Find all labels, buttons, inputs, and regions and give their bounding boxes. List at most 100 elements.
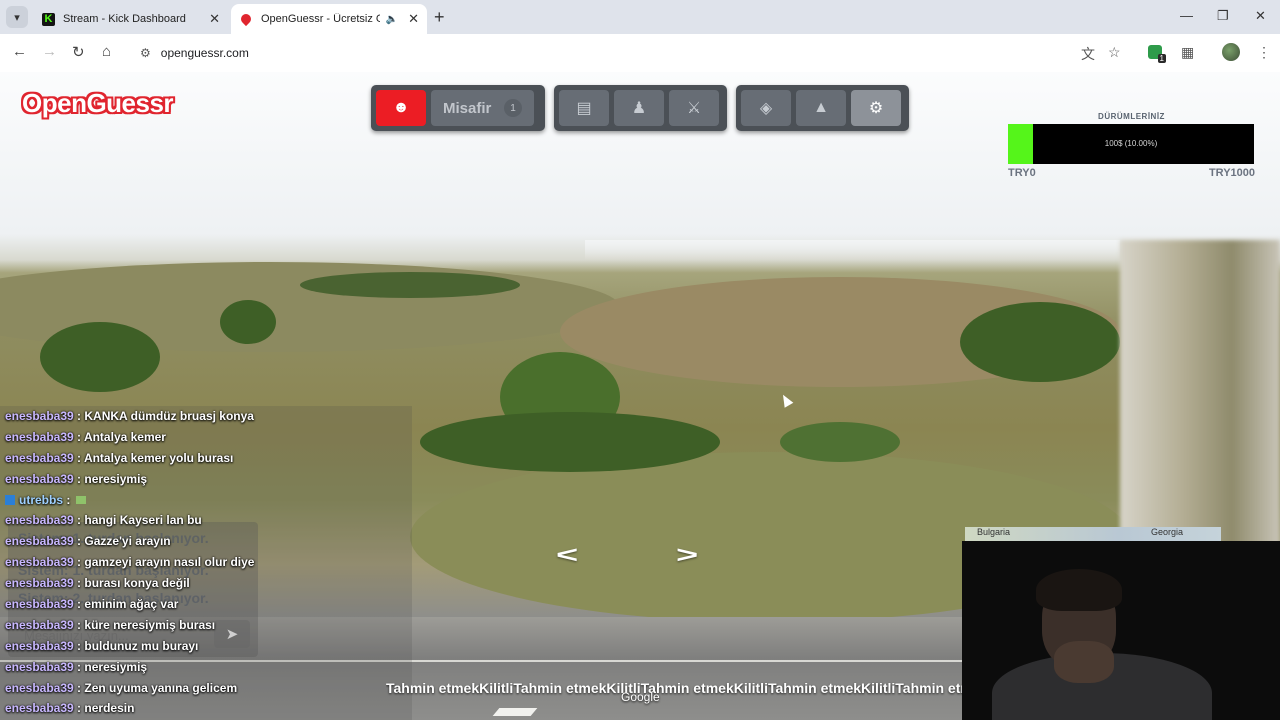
chat-username[interactable]: enesbaba39 bbox=[5, 597, 74, 611]
minimize-icon[interactable]: — bbox=[1180, 8, 1193, 23]
speaker-icon[interactable]: 🔈 bbox=[386, 14, 398, 25]
maps-button[interactable]: ◈ bbox=[741, 90, 791, 126]
pano-arrow-right-icon[interactable]: > bbox=[676, 543, 698, 569]
browser-tab-strip: ▾ K Stream - Kick Dashboard ✕ OpenGuessr… bbox=[0, 0, 1280, 34]
new-tab-button[interactable]: + bbox=[434, 7, 445, 28]
chat-username[interactable]: enesbaba39 bbox=[5, 534, 74, 548]
chat-text: neresiymiş bbox=[84, 471, 148, 486]
chat-username[interactable]: enesbaba39 bbox=[5, 576, 74, 590]
chat-username[interactable]: enesbaba39 bbox=[5, 513, 74, 527]
chat-message: enesbaba39 : buldunuz mu burayı bbox=[0, 636, 412, 657]
chat-message: enesbaba39 : KANKA dümdüz bruasj konya bbox=[0, 406, 412, 427]
extension-badge-count: 1 bbox=[1157, 54, 1166, 63]
extensions-puzzle-icon[interactable]: ▦ bbox=[1181, 44, 1194, 61]
url-text: openguessr.com bbox=[160, 46, 249, 60]
chat-username[interactable]: enesbaba39 bbox=[5, 555, 74, 569]
leaderboard-button[interactable]: ▤ bbox=[559, 90, 609, 126]
chat-username[interactable]: enesbaba39 bbox=[5, 472, 74, 486]
status-min-label: TRY0 bbox=[1008, 167, 1036, 179]
multiplayer-button[interactable]: ♟ bbox=[614, 90, 664, 126]
users-icon: ♟ bbox=[631, 100, 647, 117]
chat-message: enesbaba39 : Zen uyuma yanına gelicem bbox=[0, 678, 412, 699]
add-user-icon: ☻ bbox=[392, 99, 410, 116]
add-user-button[interactable]: ☻ bbox=[376, 90, 426, 126]
kick-icon: K bbox=[42, 12, 55, 26]
chat-username[interactable]: enesbaba39 bbox=[5, 639, 74, 653]
learn-button[interactable]: ▲ bbox=[796, 90, 846, 126]
tab-search-chevron-icon[interactable]: ▾ bbox=[6, 6, 28, 28]
mode-toolbar-group: ▤ ♟ ⚔ bbox=[554, 85, 727, 131]
chat-username[interactable]: enesbaba39 bbox=[5, 409, 74, 423]
chat-username[interactable]: enesbaba39 bbox=[5, 430, 74, 444]
extension-shield-icon[interactable]: 1 bbox=[1148, 45, 1166, 63]
webcam-overlay bbox=[962, 541, 1280, 720]
bookmark-star-icon[interactable]: ☆ bbox=[1108, 44, 1121, 61]
chat-separator: : bbox=[73, 617, 85, 632]
scenery-tree bbox=[420, 412, 720, 472]
player-count-badge: 1 bbox=[504, 99, 522, 117]
chat-message: enesbaba39 : Antalya kemer bbox=[0, 427, 412, 448]
player-toolbar-group: ☻ Misafir 1 bbox=[371, 85, 545, 131]
chat-username[interactable]: enesbaba39 bbox=[5, 701, 74, 715]
player-name: Misafir bbox=[443, 99, 492, 117]
restore-icon[interactable]: ❐ bbox=[1217, 8, 1229, 24]
status-progress-bar: 100$ (10.00%) bbox=[1008, 124, 1254, 164]
pano-arrow-left-icon[interactable]: < bbox=[556, 543, 578, 569]
profile-avatar[interactable] bbox=[1222, 43, 1240, 61]
minimap-label: Georgia bbox=[1151, 527, 1184, 537]
battle-button[interactable]: ⚔ bbox=[669, 90, 719, 126]
chat-username[interactable]: enesbaba39 bbox=[5, 660, 74, 674]
site-info-icon[interactable]: ⚙ bbox=[140, 46, 151, 60]
tab-openguessr[interactable]: OpenGuessr - Ücretsiz Geo 🔈 ✕ bbox=[231, 4, 427, 34]
reload-icon[interactable]: ↻ bbox=[72, 43, 85, 61]
chat-text: KANKA dümdüz bruasj konya bbox=[84, 409, 254, 423]
chat-text: küre neresiymiş burası bbox=[84, 617, 216, 632]
chat-message: enesbaba39 : gamzeyi arayın nasıl olur d… bbox=[0, 552, 412, 573]
translate-icon[interactable]: 文 bbox=[1081, 44, 1095, 64]
chat-separator: : bbox=[73, 450, 84, 465]
close-tab-icon[interactable]: ✕ bbox=[408, 11, 419, 27]
status-scale: TRY0 TRY1000 bbox=[1008, 167, 1255, 179]
chat-text: nerdesin bbox=[84, 701, 135, 716]
openguessr-logo[interactable]: OpenGuessr bbox=[22, 88, 174, 119]
chat-separator: : bbox=[73, 429, 84, 444]
guess-ticker: Tahmin etmekKilitliTahmin etmekKilitliTa… bbox=[386, 680, 962, 696]
scenery-tree bbox=[960, 302, 1120, 382]
minimap-label: Bulgaria bbox=[977, 527, 1011, 537]
close-window-icon[interactable]: ✕ bbox=[1255, 8, 1266, 24]
settings-button[interactable]: ⚙ bbox=[851, 90, 901, 126]
chat-username[interactable]: enesbaba39 bbox=[5, 618, 74, 632]
podium-icon: ▤ bbox=[576, 100, 592, 117]
player-name-button[interactable]: Misafir 1 bbox=[431, 90, 534, 126]
home-icon[interactable]: ⌂ bbox=[102, 43, 111, 60]
status-title: DÜRÜMLERİNİZ bbox=[1098, 112, 1165, 121]
scenery-tree bbox=[300, 272, 520, 298]
google-watermark: Google bbox=[621, 690, 660, 704]
user-badge-icon bbox=[5, 494, 15, 505]
chat-username[interactable]: utrebbs bbox=[19, 493, 63, 507]
chat-message: enesbaba39 : nerdesin bbox=[0, 698, 412, 719]
status-max-label: TRY1000 bbox=[1208, 167, 1255, 179]
chat-username[interactable]: enesbaba39 bbox=[5, 681, 74, 695]
chat-username[interactable]: enesbaba39 bbox=[5, 451, 74, 465]
chat-separator: : bbox=[73, 534, 85, 549]
chat-message: enesbaba39 : eminim ağaç var bbox=[0, 594, 412, 615]
scenery-tree bbox=[780, 422, 900, 462]
chat-message: utrebbs : bbox=[0, 490, 412, 511]
chat-text: Antalya kemer yolu burası bbox=[83, 450, 234, 465]
close-tab-icon[interactable]: ✕ bbox=[209, 11, 220, 27]
menu-kebab-icon[interactable]: ⋮ bbox=[1257, 44, 1271, 61]
forward-arrow-icon[interactable]: → bbox=[42, 43, 57, 60]
graduation-cap-icon: ▲ bbox=[813, 99, 829, 116]
chat-separator: : bbox=[73, 513, 85, 528]
street-view-panorama[interactable]: OpenGuessr ☻ Misafir 1 ▤ ♟ ⚔ ◈ ▲ ⚙ DÜRÜM… bbox=[0, 72, 1280, 720]
panorama-seam bbox=[585, 240, 1120, 260]
status-progress-text: 100$ (10.00%) bbox=[1104, 139, 1158, 148]
chat-separator: : bbox=[73, 638, 85, 653]
openguessr-pin-icon bbox=[238, 11, 254, 27]
scenery-tree bbox=[220, 300, 276, 344]
back-arrow-icon[interactable]: ← bbox=[12, 43, 27, 60]
address-bar[interactable]: ⚙ openguessr.com bbox=[128, 39, 1138, 67]
mouse-cursor-icon bbox=[778, 392, 794, 408]
tab-kick-dashboard[interactable]: K Stream - Kick Dashboard ✕ bbox=[34, 4, 228, 34]
